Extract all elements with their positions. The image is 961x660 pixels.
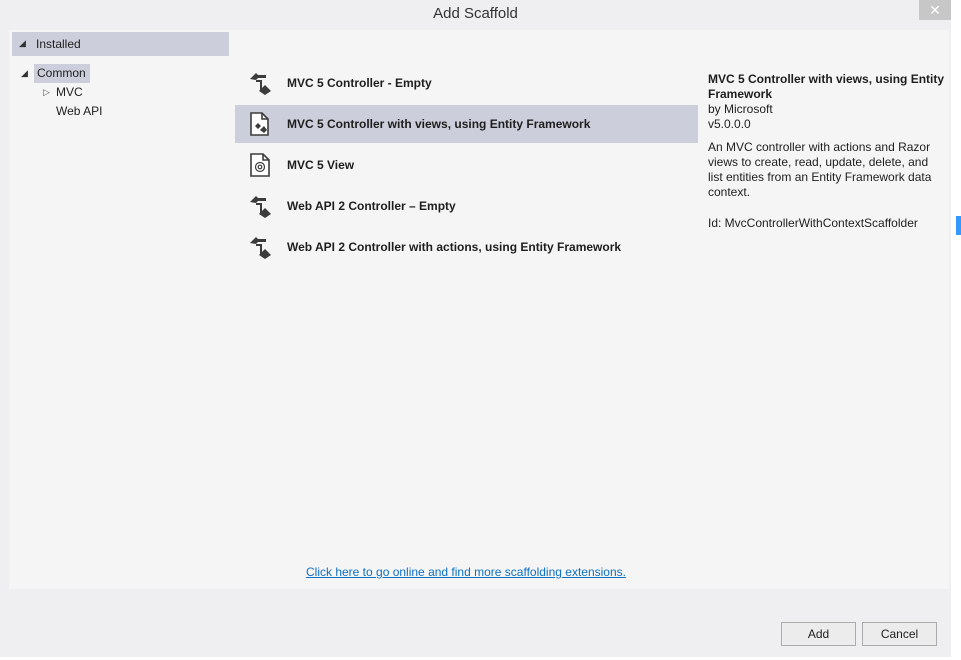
close-icon: ✕ <box>929 2 941 18</box>
background-window-edge <box>951 0 961 660</box>
cancel-button[interactable]: Cancel <box>862 622 937 646</box>
details-title: MVC 5 Controller with views, using Entit… <box>708 72 945 101</box>
controller-icon <box>250 196 271 218</box>
installed-header[interactable]: ◢ Installed <box>12 32 229 56</box>
close-button[interactable]: ✕ <box>919 0 951 20</box>
details-description: An MVC controller with actions and Razor… <box>708 140 932 199</box>
list-item-label: MVC 5 Controller with views, using Entit… <box>287 117 591 131</box>
dialog-content: ◢ Installed ◢ Common ▷ MVC Web API MVC 5… <box>9 30 949 589</box>
list-item-label: MVC 5 View <box>287 158 355 172</box>
controller-icon <box>250 73 271 95</box>
triangle-right-icon[interactable]: ▷ <box>43 87 50 98</box>
dialog-title: Add Scaffold <box>433 5 518 22</box>
add-scaffold-dialog: Add Scaffold ✕ ◢ Installed ◢ Common ▷ MV… <box>0 0 961 660</box>
list-item[interactable]: MVC 5 Controller with views, using Entit… <box>235 105 698 143</box>
installed-label: Installed <box>36 37 81 51</box>
details-author: by Microsoft <box>708 102 773 116</box>
triangle-down-icon: ◢ <box>19 38 26 48</box>
title-bar: Add Scaffold ✕ <box>0 0 951 30</box>
online-extensions-link[interactable]: Click here to go online and find more sc… <box>306 565 626 579</box>
list-item[interactable]: Web API 2 Controller – Empty <box>235 187 698 225</box>
add-button[interactable]: Add <box>781 622 856 646</box>
list-item[interactable]: Web API 2 Controller with actions, using… <box>235 228 698 266</box>
tree-item-common[interactable]: Common <box>34 64 90 83</box>
tree-item-mvc[interactable]: MVC <box>56 85 83 99</box>
background-selection-bar <box>956 216 961 235</box>
list-item-label: Web API 2 Controller with actions, using… <box>287 240 622 254</box>
controller-views-icon <box>250 112 269 136</box>
details-id: Id: MvcControllerWithContextScaffolder <box>708 216 918 230</box>
controller-icon <box>250 237 271 259</box>
list-item[interactable]: MVC 5 View <box>235 146 698 184</box>
list-item-label: MVC 5 Controller - Empty <box>287 76 432 90</box>
tree-item-label: Common <box>37 66 86 80</box>
scaffold-list: MVC 5 Controller - Empty MVC 5 Controlle… <box>235 64 698 551</box>
tree-item-web-api[interactable]: Web API <box>56 104 102 118</box>
list-item-label: Web API 2 Controller – Empty <box>287 199 456 213</box>
details-version: v5.0.0.0 <box>708 117 751 131</box>
view-icon <box>250 153 270 177</box>
list-item[interactable]: MVC 5 Controller - Empty <box>235 64 698 102</box>
details-panel: MVC 5 Controller with views, using Entit… <box>708 72 946 231</box>
triangle-down-icon[interactable]: ◢ <box>21 68 28 79</box>
